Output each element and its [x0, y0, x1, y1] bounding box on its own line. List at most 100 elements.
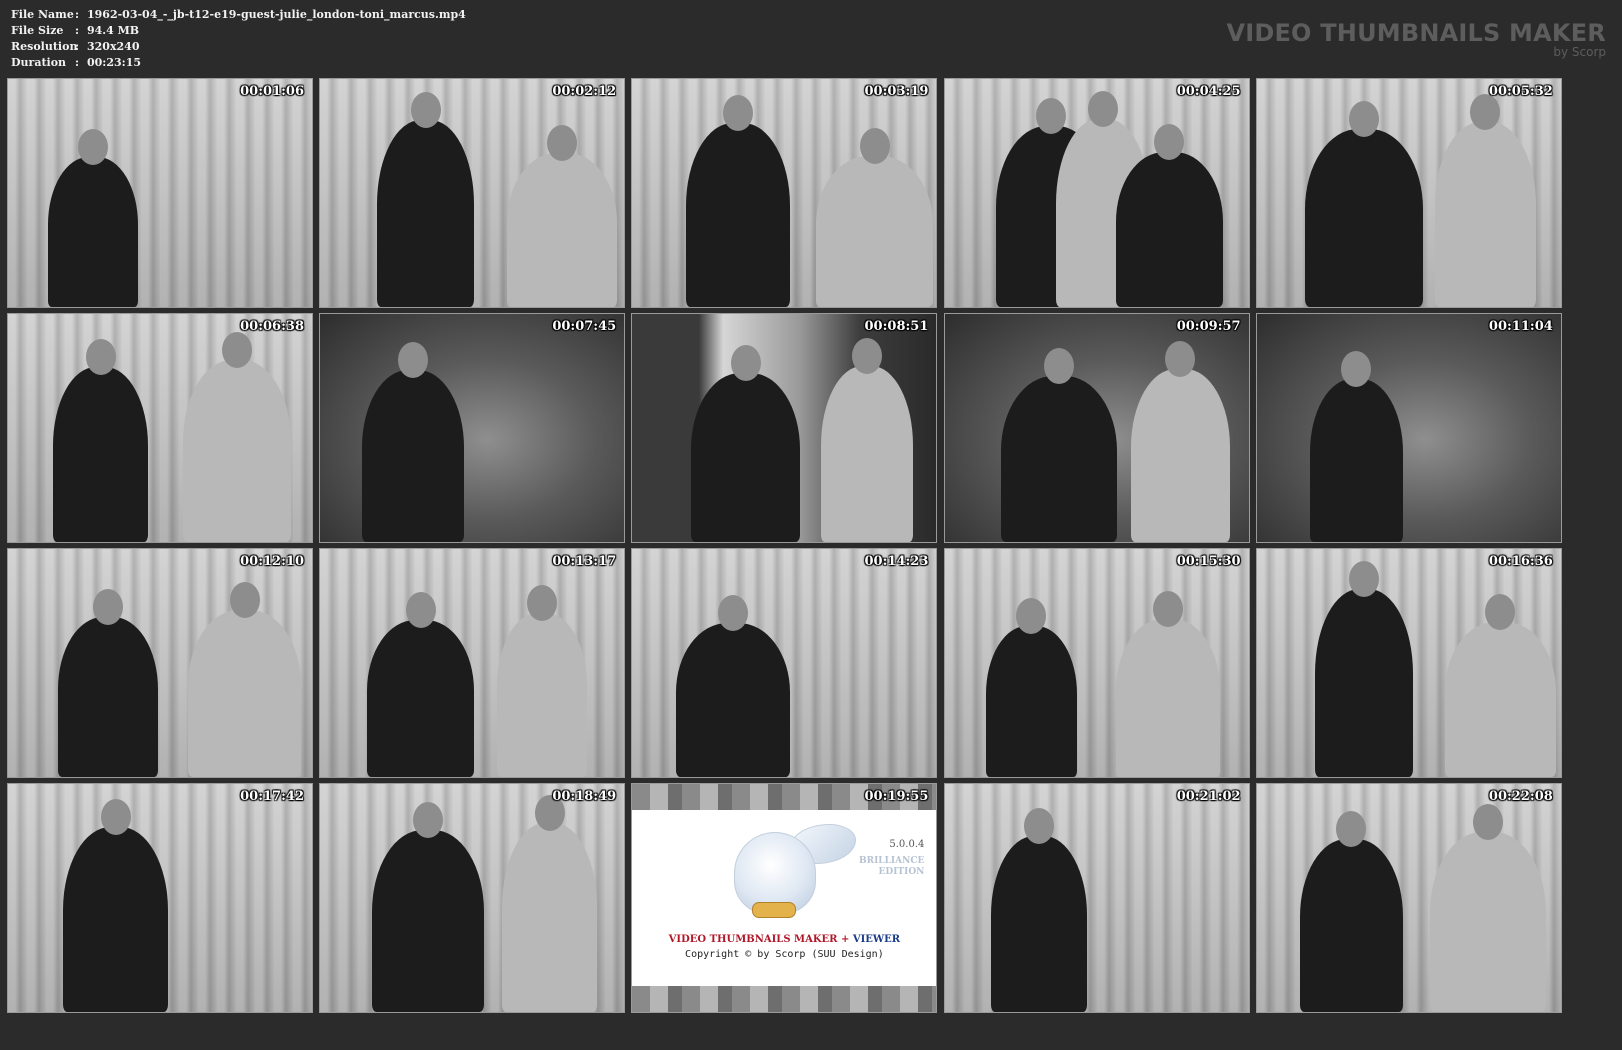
video-thumbnail: 5.0.0.4 BRILLIANCE EDITION VIDEO THUMBNAILS… — [631, 783, 938, 1013]
thumbnail-timestamp: 00:14:23 — [864, 554, 929, 569]
file-info-panel: File Name : 1962-03-04_-_jb-t12-e19-gues… — [11, 7, 466, 71]
thumbnail-timestamp: 00:12:10 — [240, 554, 304, 569]
person-head — [405, 592, 436, 628]
person-head — [1348, 561, 1379, 597]
thumbnail-timestamp: 00:18:49 — [552, 789, 617, 804]
person-silhouette — [990, 836, 1087, 1012]
person-head — [1152, 591, 1183, 627]
person-silhouette — [58, 617, 158, 777]
person-silhouette — [188, 610, 301, 777]
person-head — [100, 799, 131, 835]
video-thumbnail: 00:21:02 — [943, 783, 1250, 1013]
resolution-value: 320x240 — [87, 40, 140, 53]
thumbnail-timestamp: 00:19:55 — [864, 789, 929, 804]
video-thumbnail: 00:01:06 — [7, 78, 313, 308]
branding-title: VIDEO THUMBNAILS MAKER — [1226, 19, 1606, 47]
thumbnail-timestamp: 00:04:25 — [1176, 84, 1241, 99]
person-silhouette — [1444, 622, 1556, 777]
video-thumbnail: 00:06:38 — [7, 313, 313, 543]
person-head — [85, 339, 116, 375]
branding-watermark: VIDEO THUMBNAILS MAKER by Scorp — [1226, 20, 1606, 59]
file-name-label: File Name — [11, 8, 74, 21]
person-silhouette — [1000, 376, 1117, 542]
video-thumbnail: 00:15:30 — [943, 548, 1250, 778]
person-silhouette — [1429, 832, 1546, 1012]
person-head — [1154, 124, 1185, 160]
person-silhouette — [1115, 152, 1223, 307]
file-size-value: 94.4 MB — [87, 24, 140, 37]
duration-row: Duration : 00:23:15 — [11, 55, 466, 71]
logo-edition: BRILLIANCE EDITION — [854, 856, 924, 878]
resolution-row: Resolution : 320x240 — [11, 39, 466, 55]
person-silhouette — [1314, 589, 1413, 777]
person-silhouette — [367, 620, 475, 777]
person-silhouette — [48, 157, 138, 307]
person-head — [859, 128, 890, 164]
logo-product-part1: VIDEO THUMBNAILS MAKER — [668, 934, 838, 945]
video-thumbnail: 00:14:23 — [631, 548, 938, 778]
file-size-row: File Size : 94.4 MB — [11, 23, 466, 39]
person-head — [1087, 91, 1118, 127]
video-thumbnail: 00:07:45 — [319, 313, 626, 543]
person-head — [229, 582, 260, 618]
thumbnail-timestamp: 00:16:36 — [1488, 554, 1553, 569]
logo-product-part2: VIEWER — [852, 934, 901, 945]
thumbnail-timestamp: 00:21:02 — [1176, 789, 1241, 804]
person-head — [1016, 598, 1047, 634]
person-silhouette — [502, 823, 598, 1012]
person-head — [398, 342, 429, 378]
scroll-icon — [752, 902, 797, 918]
thumbnail-timestamp: 00:11:04 — [1488, 319, 1553, 334]
person-silhouette — [1115, 619, 1220, 777]
person-silhouette — [816, 156, 934, 307]
person-head — [93, 589, 123, 625]
person-head — [1348, 101, 1379, 137]
person-silhouette — [372, 830, 485, 1012]
logo-product-name: VIDEO THUMBNAILS MAKER + VIEWER — [632, 934, 936, 945]
file-size-label: File Size — [11, 24, 64, 37]
video-thumbnail: 00:04:25 — [943, 78, 1250, 308]
logo-copyright: Copyright © by Scorp (SUU Design) — [685, 949, 884, 960]
video-thumbnail: 00:22:08 — [1255, 783, 1562, 1013]
thumbnail-timestamp: 00:06:38 — [240, 319, 304, 334]
thumbnail-grid: 00:01:06 00:02:12 00:03:19 00:04:25 00:05:32… — [7, 78, 1616, 1043]
person-head — [527, 585, 558, 621]
thumbnail-timestamp: 00:13:17 — [552, 554, 617, 569]
logo-product-plus: + — [840, 934, 850, 945]
resolution-label: Resolution — [11, 40, 78, 53]
person-silhouette — [63, 827, 168, 1012]
person-silhouette — [691, 373, 801, 542]
file-size-separator: : — [75, 24, 80, 37]
duration-value: 00:23:15 — [87, 56, 142, 69]
thumbnail-timestamp: 00:17:42 — [240, 789, 304, 804]
thumbnail-timestamp: 00:03:19 — [864, 84, 929, 99]
person-head — [1165, 341, 1196, 377]
video-thumbnail: 00:11:04 — [1255, 313, 1562, 543]
thumbnail-timestamp: 00:02:12 — [552, 84, 617, 99]
person-silhouette — [1304, 129, 1423, 307]
logo-version: 5.0.0.4 — [889, 839, 925, 850]
video-thumbnail: 00:13:17 — [319, 548, 626, 778]
video-thumbnail: 00:12:10 — [7, 548, 313, 778]
logo-edition-line2: EDITION — [878, 867, 925, 877]
thumbnail-timestamp: 00:07:45 — [552, 319, 617, 334]
thumbnail-timestamp: 00:22:08 — [1488, 789, 1553, 804]
video-thumbnail: 00:02:12 — [319, 78, 626, 308]
video-thumbnail: 00:16:36 — [1255, 548, 1562, 778]
video-thumbnail: 00:08:51 — [631, 313, 938, 543]
person-silhouette — [497, 613, 588, 777]
video-thumbnail: 00:03:19 — [631, 78, 938, 308]
person-silhouette — [686, 123, 791, 307]
person-silhouette — [821, 366, 914, 542]
person-silhouette — [676, 623, 791, 777]
video-thumbnail: 00:17:42 — [7, 783, 313, 1013]
video-thumbnail: 00:18:49 — [319, 783, 626, 1013]
duration-separator: : — [75, 56, 80, 69]
person-silhouette — [1309, 379, 1403, 542]
person-silhouette — [53, 367, 148, 542]
person-head — [78, 129, 108, 165]
resolution-separator: : — [75, 40, 80, 53]
person-head — [410, 92, 441, 128]
logo-bottom-band — [632, 986, 937, 1012]
thumbnail-timestamp: 00:05:32 — [1488, 84, 1553, 99]
